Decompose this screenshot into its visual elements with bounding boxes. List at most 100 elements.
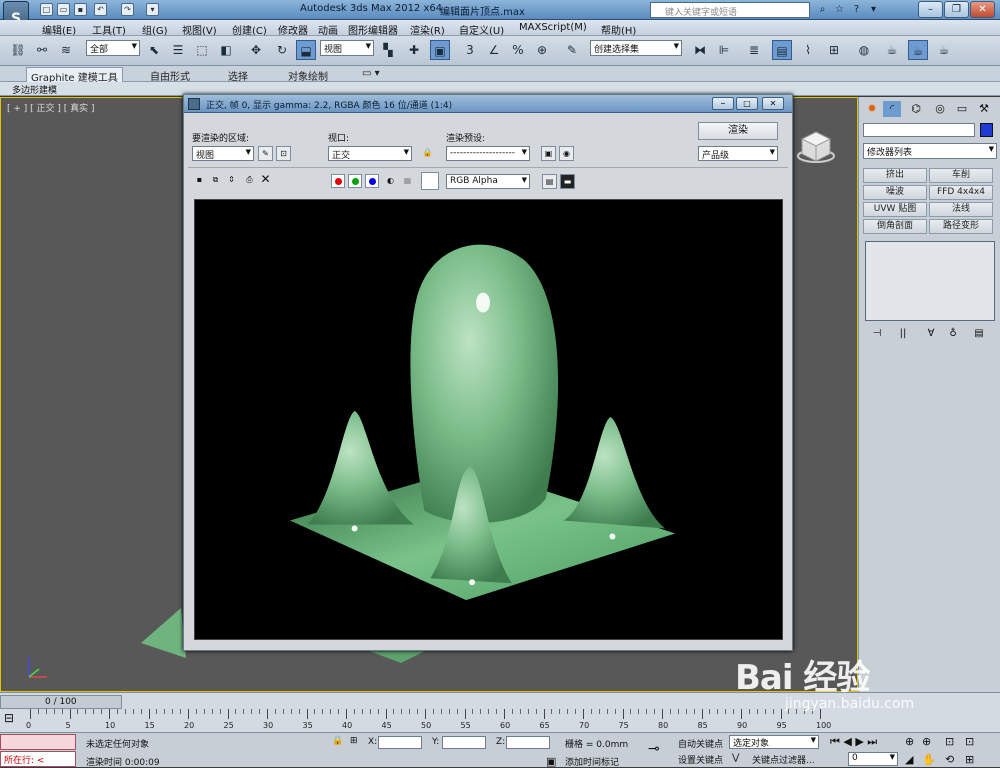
copy-image-icon[interactable]: ⧉ [208,173,223,188]
menu-create[interactable]: 创建(C) [232,22,267,37]
save-icon[interactable]: ▪ [74,3,87,16]
toggle-overlays-icon[interactable]: ▬ [560,174,575,189]
z-coordinate-input[interactable] [506,736,550,749]
zoom-extents-all-icon[interactable]: ⊡ [965,735,974,748]
red-channel-toggle[interactable] [331,174,345,188]
tab-object-paint[interactable]: 对象绘制 [288,68,328,83]
save-image-icon[interactable]: ▪ [192,173,207,188]
key-icon[interactable]: ⊸ [648,741,660,757]
green-channel-toggle[interactable] [348,174,362,188]
add-time-tag[interactable]: 添加时间标记 [565,755,619,768]
star-icon[interactable]: ☆ [832,2,847,17]
render-setup-icon[interactable]: ☕ [882,40,902,60]
render-quality-select[interactable]: 产品级 [698,146,778,161]
display-icon[interactable]: ▭ [953,101,971,117]
show-end-result-icon[interactable]: || [895,327,911,341]
render-button[interactable]: 渲染 [698,122,778,140]
monochrome-icon[interactable]: ▦ [400,174,415,189]
mirror-icon[interactable]: ⧓ [690,40,710,60]
close-button[interactable]: ✕ [970,1,995,18]
curve-editor-icon[interactable]: ⌇ [798,40,818,60]
modify-icon[interactable]: ◜ [883,101,901,117]
x-coordinate-input[interactable] [378,736,422,749]
field-of-view-icon[interactable]: ◢ [905,753,913,766]
bevel-profile-button[interactable]: 倒角剖面 [863,219,927,234]
menu-customize[interactable]: 自定义(U) [459,22,504,37]
render-setup-icon[interactable]: ▣ [541,146,556,161]
time-tag-icon[interactable]: ▣ [546,755,556,768]
time-slider[interactable]: 0 / 100 [0,695,122,709]
viewport-select[interactable]: 正交 [328,146,412,161]
edit-region-icon[interactable]: ✎ [258,146,273,161]
menu-maxscript[interactable]: MAXScript(M) [519,22,587,33]
undo-icon[interactable]: ↶ [94,3,107,16]
pin-stack-icon[interactable]: ⊣ [869,327,885,341]
key-filter-icon[interactable]: ⋁ [732,753,739,763]
zoom-extents-icon[interactable]: ⊡ [945,735,954,748]
help-icon[interactable]: ? [849,2,864,17]
rendered-frame-window-icon[interactable]: ☕ [908,40,928,60]
zoom-icon[interactable]: ⊕ [905,735,914,748]
spinner-snap-icon[interactable]: ⊕ [532,40,552,60]
mini-curve-editor-icon[interactable]: ⊟ [4,711,24,731]
align-icon[interactable]: ⊫ [714,40,734,60]
help-search-input[interactable]: 键入关键字或短语 [650,2,810,18]
normal-button[interactable]: 法线 [929,202,993,217]
menu-graph-editors[interactable]: 图形编辑器 [348,22,398,37]
absolute-mode-icon[interactable]: ⊞ [350,736,358,746]
frame-ruler[interactable]: 0 5 10 15 20 25 30 35 40 45 50 55 60 65 70 75 80 85 90 95 10… [26,709,831,733]
snap-3d-icon[interactable]: 3 [460,40,480,60]
key-filters-button[interactable]: 关键点过滤器... [752,753,815,766]
menu-group[interactable]: 组(G) [142,22,168,37]
configure-sets-icon[interactable]: ▤ [971,327,987,341]
create-icon[interactable]: ✹ [863,101,881,117]
uvw-map-button[interactable]: UVW 贴图 [863,202,927,217]
y-coordinate-input[interactable] [442,736,486,749]
dropdown-icon[interactable]: ▾ [146,3,159,16]
rendered-frame-window[interactable]: 正交, 帧 0, 显示 gamma: 2.2, RGBA 颜色 16 位/通道 … [183,94,793,651]
render-production-icon[interactable]: ☕ [934,40,954,60]
selection-lock-icon[interactable]: 🔒 [332,736,343,746]
rotate-icon[interactable]: ↻ [272,40,292,60]
channel-display-select[interactable]: RGB Alpha [446,174,530,189]
path-deform-button[interactable]: 路径变形 [929,219,993,234]
remove-modifier-icon[interactable]: ♁ [945,327,961,341]
pan-icon[interactable]: ✋ [922,753,936,766]
make-unique-icon[interactable]: ∀ [923,327,939,341]
reference-coordinate-select[interactable]: 视图 [320,40,374,56]
auto-region-icon[interactable]: ⊡ [276,146,291,161]
playback-controls[interactable]: ⏮ ◀ ▶ ⏭ [830,735,877,749]
render-dialog-titlebar[interactable]: 正交, 帧 0, 显示 gamma: 2.2, RGBA 颜色 16 位/通道 … [184,95,792,113]
tab-selection[interactable]: 选择 [228,68,248,83]
select-by-name-icon[interactable]: ☰ [168,40,188,60]
angle-snap-icon[interactable]: ∠ [484,40,504,60]
render-maximize-button[interactable]: □ [736,97,758,110]
lathe-button[interactable]: 车削 [929,168,993,183]
bind-space-warp-icon[interactable]: ≋ [56,40,76,60]
set-key-button[interactable]: 设置关键点 [678,753,723,766]
menu-views[interactable]: 视图(V) [182,22,217,37]
extrude-button[interactable]: 挤出 [863,168,927,183]
noise-button[interactable]: 噪波 [863,185,927,200]
window-crossing-icon[interactable]: ◧ [216,40,236,60]
current-frame-input[interactable]: 0 [848,752,898,766]
redo-icon[interactable]: ↷ [121,3,134,16]
menu-edit[interactable]: 编辑(E) [42,22,76,37]
menu-animation[interactable]: 动画 [318,22,338,37]
tab-freeform[interactable]: 自由形式 [150,68,190,83]
modifier-list-select[interactable]: 修改器列表 [863,143,997,159]
keyboard-shortcut-icon[interactable]: ▣ [430,40,450,60]
menu-help[interactable]: 帮助(H) [601,22,636,37]
maximize-viewport-icon[interactable]: ⊞ [965,753,974,766]
object-color-swatch[interactable] [980,123,993,137]
ribbon-options-icon[interactable]: ▭ ▾ [362,68,380,79]
utilities-icon[interactable]: ⚒ [975,101,993,117]
object-name-input[interactable] [863,123,975,137]
ffd-button[interactable]: FFD 4x4x4 [929,185,993,200]
render-preset-select[interactable]: -------------------- [446,146,530,161]
auto-key-button[interactable]: 自动关键点 [678,737,723,750]
minimize-button[interactable]: – [918,1,943,18]
named-selection-select[interactable]: 创建选择集 [590,40,682,56]
open-icon[interactable]: ▭ [57,3,70,16]
print-icon[interactable]: ⎙ [242,173,257,188]
